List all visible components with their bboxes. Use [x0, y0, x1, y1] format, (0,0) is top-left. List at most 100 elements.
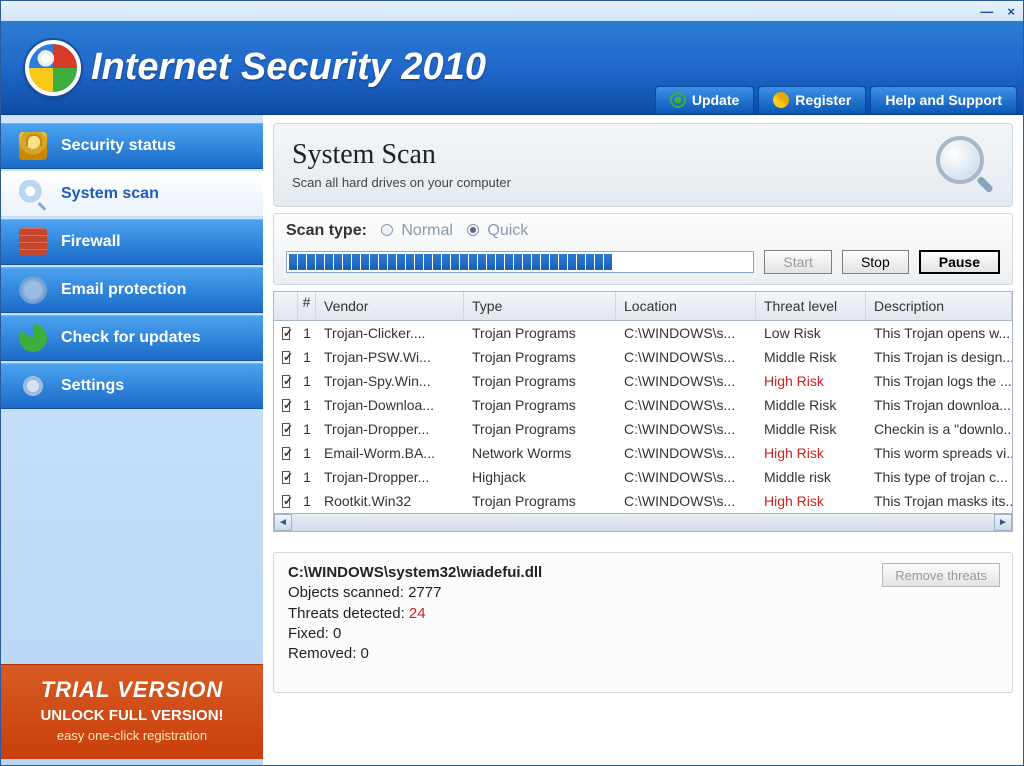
scroll-track[interactable] — [292, 514, 994, 531]
col-num[interactable]: # — [298, 292, 316, 320]
cell-type: Trojan Programs — [464, 395, 616, 415]
register-button[interactable]: Register — [758, 86, 866, 114]
progress-block — [397, 254, 405, 270]
sidebar-item-settings[interactable]: Settings — [1, 363, 263, 409]
removed-count: Removed: 0 — [288, 644, 998, 664]
close-button[interactable]: × — [1007, 4, 1015, 19]
col-type[interactable]: Type — [464, 292, 616, 320]
progress-block — [640, 254, 648, 270]
table-row[interactable]: 1Trojan-Downloa...Trojan ProgramsC:\WIND… — [274, 393, 1012, 417]
sidebar-item-email-protection[interactable]: Email protection — [1, 267, 263, 313]
detected-value: 24 — [409, 605, 426, 622]
help-button[interactable]: Help and Support — [870, 86, 1017, 114]
progress-block — [523, 254, 531, 270]
cell-type: Network Worms — [464, 443, 616, 463]
scroll-right-icon[interactable]: ► — [994, 514, 1012, 531]
globe-icon — [19, 276, 47, 304]
col-vendor[interactable]: Vendor — [316, 292, 464, 320]
update-button[interactable]: Update — [655, 86, 754, 114]
nav: Security status System scan Firewall Ema… — [1, 121, 263, 411]
scan-type-normal[interactable]: Normal — [381, 222, 453, 240]
progress-block — [667, 254, 675, 270]
cell-threat: Middle Risk — [756, 419, 866, 439]
cell-vendor: Trojan-Downloa... — [316, 395, 464, 415]
progress-block — [550, 254, 558, 270]
progress-block — [307, 254, 315, 270]
cell-threat: High Risk — [756, 443, 866, 463]
checkbox-icon[interactable] — [282, 447, 290, 460]
page-subtitle: Scan all hard drives on your computer — [292, 175, 511, 190]
table-row[interactable]: 1Rootkit.Win32Trojan ProgramsC:\WINDOWS\… — [274, 489, 1012, 513]
trial-banner[interactable]: TRIAL VERSION UNLOCK FULL VERSION! easy … — [1, 664, 263, 759]
checkbox-icon[interactable] — [282, 471, 290, 484]
sidebar-item-system-scan[interactable]: System scan — [1, 171, 263, 217]
scan-type-quick[interactable]: Quick — [467, 222, 528, 240]
progress-block — [316, 254, 324, 270]
remove-threats-button[interactable]: Remove threats — [882, 563, 1000, 587]
sidebar-item-label: Settings — [61, 377, 124, 395]
table-row[interactable]: 1Trojan-PSW.Wi...Trojan ProgramsC:\WINDO… — [274, 345, 1012, 369]
progress-block — [577, 254, 585, 270]
checkbox-icon[interactable] — [282, 399, 290, 412]
cell-type: Highjack — [464, 467, 616, 487]
progress-block — [298, 254, 306, 270]
table-row[interactable]: 1Trojan-Dropper...Trojan ProgramsC:\WIND… — [274, 417, 1012, 441]
app-window: — × Internet Security 2010 Update Regist… — [0, 0, 1024, 766]
body: Security status System scan Firewall Ema… — [1, 115, 1023, 765]
fixed-count: Fixed: 0 — [288, 624, 998, 644]
sidebar-item-label: Email protection — [61, 281, 186, 299]
option-label: Quick — [487, 222, 528, 239]
cell-location: C:\WINDOWS\s... — [616, 323, 756, 343]
col-threat[interactable]: Threat level — [756, 292, 866, 320]
progress-block — [352, 254, 360, 270]
cell-description: This Trojan opens w... — [866, 323, 1012, 343]
progress-block — [631, 254, 639, 270]
sidebar-item-label: Check for updates — [61, 329, 201, 347]
table-body: 1 Trojan-Clicker.... Trojan Programs C:\WIN… — [274, 321, 1012, 513]
table-row[interactable]: 1Trojan-Dropper...HighjackC:\WINDOWS\s..… — [274, 465, 1012, 489]
col-location[interactable]: Location — [616, 292, 756, 320]
fixed-value: 0 — [333, 625, 341, 642]
refresh-icon — [670, 92, 686, 108]
horizontal-scrollbar[interactable]: ◄ ► — [274, 513, 1012, 531]
sidebar-item-label: Security status — [61, 137, 176, 155]
checkbox-icon[interactable] — [282, 327, 290, 340]
cell-type: Trojan Programs — [464, 371, 616, 391]
scroll-left-icon[interactable]: ◄ — [274, 514, 292, 531]
sidebar-item-check-updates[interactable]: Check for updates — [1, 315, 263, 361]
trial-caption: easy one-click registration — [11, 728, 253, 743]
sidebar-item-label: Firewall — [61, 233, 121, 251]
col-check[interactable] — [274, 292, 298, 320]
cell-vendor: Trojan-Clicker.... — [316, 323, 464, 343]
table-row[interactable]: 1Email-Worm.BA...Network WormsC:\WINDOWS… — [274, 441, 1012, 465]
trial-subtitle: UNLOCK FULL VERSION! — [11, 707, 253, 724]
checkbox-icon[interactable] — [282, 375, 290, 388]
header: Internet Security 2010 Update Register H… — [1, 21, 1023, 115]
progress-block — [595, 254, 603, 270]
cell-description: This Trojan is design... — [866, 347, 1012, 367]
progress-block — [415, 254, 423, 270]
checkbox-icon[interactable] — [282, 351, 290, 364]
sidebar-item-firewall[interactable]: Firewall — [1, 219, 263, 265]
checkbox-icon[interactable] — [282, 495, 290, 508]
cell-num: 1 — [298, 371, 316, 391]
progress-block — [514, 254, 522, 270]
table-row[interactable]: 1Trojan-Clicker....Trojan ProgramsC:\WIN… — [274, 321, 1012, 345]
checkbox-icon[interactable] — [282, 423, 290, 436]
progress-block — [460, 254, 468, 270]
stop-button[interactable]: Stop — [842, 250, 909, 274]
cell-description: This Trojan downloa... — [866, 395, 1012, 415]
register-label: Register — [795, 92, 851, 108]
table-row[interactable]: 1Trojan-Spy.Win...Trojan ProgramsC:\WIND… — [274, 369, 1012, 393]
threats-table: # Vendor Type Location Threat level Desc… — [273, 291, 1013, 532]
cell-threat: High Risk — [756, 371, 866, 391]
start-button[interactable]: Start — [764, 250, 832, 274]
cell-location: C:\WINDOWS\s... — [616, 491, 756, 511]
col-description[interactable]: Description — [866, 292, 1012, 320]
progress-block — [406, 254, 414, 270]
pause-button[interactable]: Pause — [919, 250, 1000, 274]
app-title: Internet Security 2010 — [91, 46, 486, 89]
progress-block — [541, 254, 549, 270]
minimize-button[interactable]: — — [980, 4, 993, 19]
sidebar-item-security-status[interactable]: Security status — [1, 123, 263, 169]
